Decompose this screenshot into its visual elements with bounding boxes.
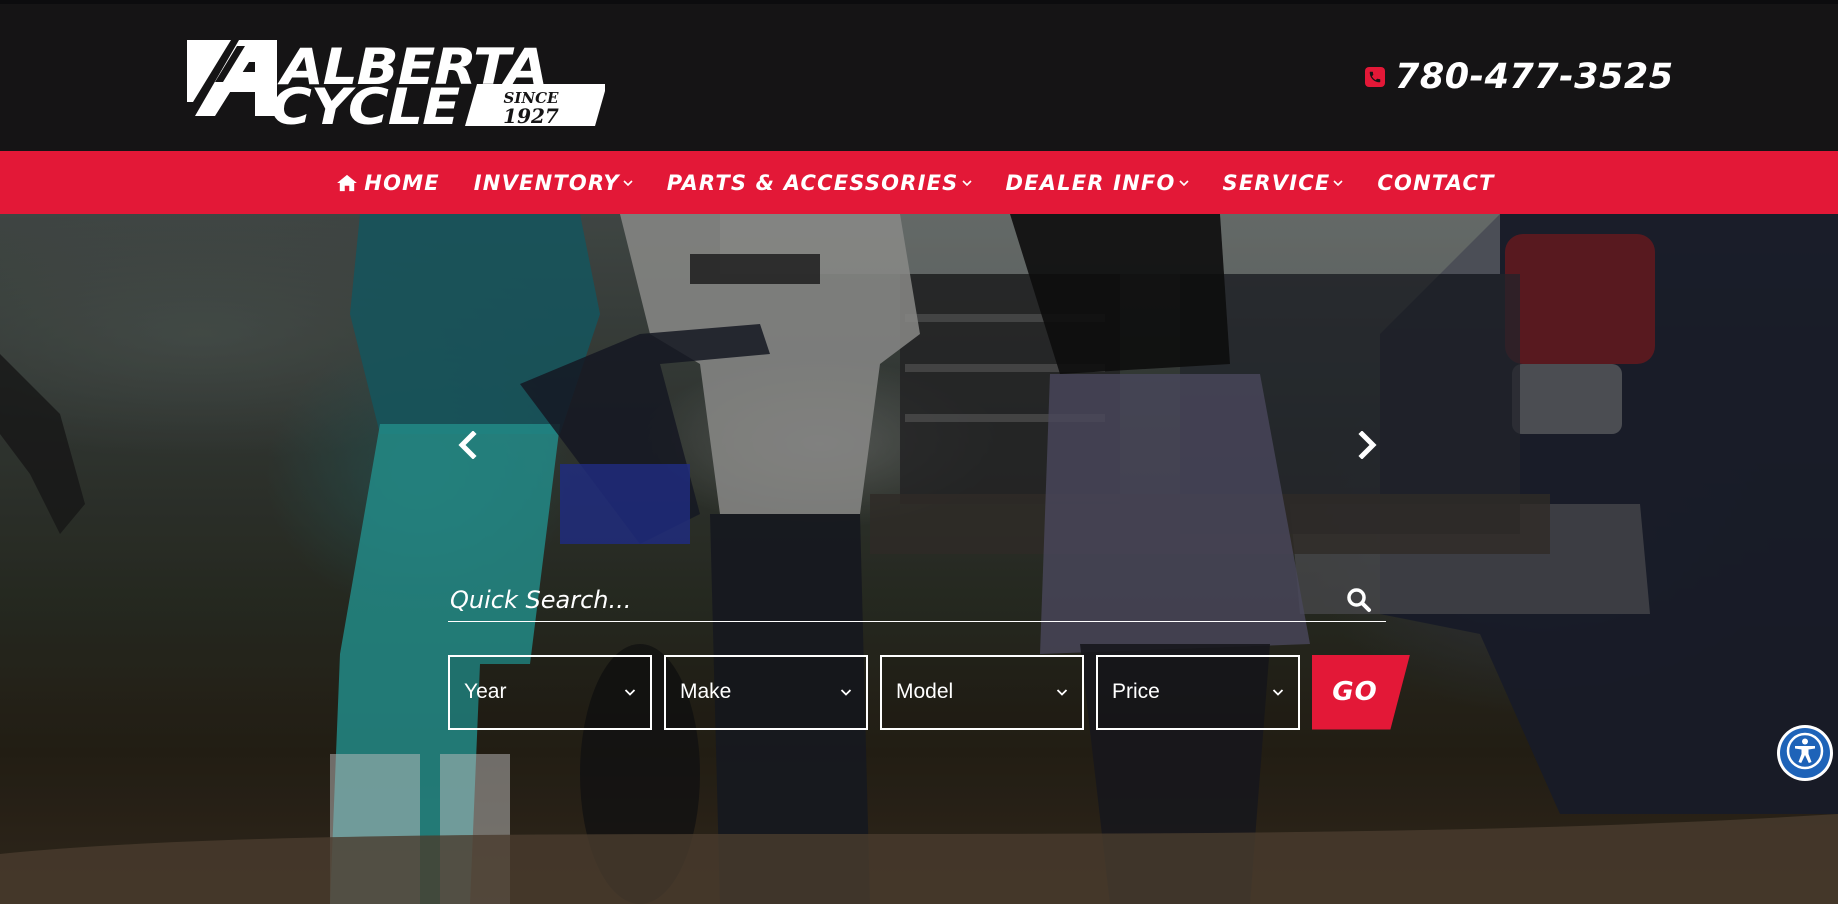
slider-prev-button[interactable] — [452, 429, 482, 464]
accessibility-icon — [1785, 731, 1825, 776]
year-select-value: Year — [464, 680, 507, 703]
make-select[interactable]: Make — [664, 654, 868, 730]
nav-item-dealer-info[interactable]: DEALER INFO — [989, 171, 1206, 195]
nav-item-label: CONTACT — [1377, 170, 1495, 195]
slider-next-button[interactable] — [1353, 429, 1383, 464]
go-button[interactable]: GO — [1312, 654, 1410, 730]
chevron-right-icon — [1357, 429, 1379, 464]
chevron-down-icon — [840, 688, 852, 697]
make-select-value: Make — [680, 680, 732, 703]
alberta-cycle-logo[interactable]: ALBERTA CYCLE SINCE 1927 — [185, 32, 607, 136]
nav-item-service[interactable]: SERVICE — [1206, 171, 1361, 195]
nav-item-inventory[interactable]: INVENTORY — [457, 171, 650, 195]
nav-item-label: SERVICE — [1222, 170, 1331, 195]
chevron-down-icon — [623, 179, 633, 187]
chevron-left-icon — [456, 429, 478, 464]
home-icon — [336, 174, 358, 192]
quick-search-input[interactable] — [448, 585, 1248, 614]
nav-item-label: INVENTORY — [473, 170, 620, 195]
quick-search-bar — [448, 578, 1386, 622]
nav-item-home[interactable]: HOME — [319, 171, 456, 195]
chevron-down-icon — [1178, 179, 1189, 187]
chevron-down-icon — [1333, 179, 1343, 187]
nav-item-parts-accessories[interactable]: PARTS & ACCESSORIES — [650, 171, 989, 195]
chevron-down-icon — [624, 688, 636, 697]
nav-item-label: PARTS & ACCESSORIES — [666, 170, 959, 195]
model-select[interactable]: Model — [880, 654, 1084, 730]
search-icon[interactable] — [1346, 587, 1372, 613]
nav-item-label: DEALER INFO — [1005, 170, 1176, 195]
main-navigation: HOME INVENTORY PARTS & ACCESSORIES DEALE… — [0, 151, 1838, 214]
site-header: ALBERTA CYCLE SINCE 1927 780-477-3525 — [0, 0, 1838, 151]
logo-since-year: 1927 — [503, 104, 559, 128]
phone-number[interactable]: 780-477-3525 — [1395, 57, 1674, 97]
model-select-value: Model — [896, 680, 954, 703]
phone-icon — [1365, 67, 1385, 87]
phone-contact[interactable]: 780-477-3525 — [1365, 54, 1674, 100]
nav-item-label: HOME — [364, 170, 440, 195]
hero-slider: Year Make Model Price GO — [0, 214, 1838, 904]
price-select-value: Price — [1112, 680, 1160, 703]
hero-overlay — [0, 214, 1838, 904]
chevron-down-icon — [961, 179, 972, 187]
price-select[interactable]: Price — [1096, 654, 1300, 730]
year-select[interactable]: Year — [448, 654, 652, 730]
inventory-filters: Year Make Model Price GO — [448, 654, 1410, 730]
chevron-down-icon — [1272, 688, 1284, 697]
chevron-down-icon — [1056, 688, 1068, 697]
nav-item-contact[interactable]: CONTACT — [1360, 171, 1511, 195]
accessibility-button[interactable] — [1777, 725, 1833, 781]
logo-text-cycle: CYCLE — [271, 78, 460, 128]
